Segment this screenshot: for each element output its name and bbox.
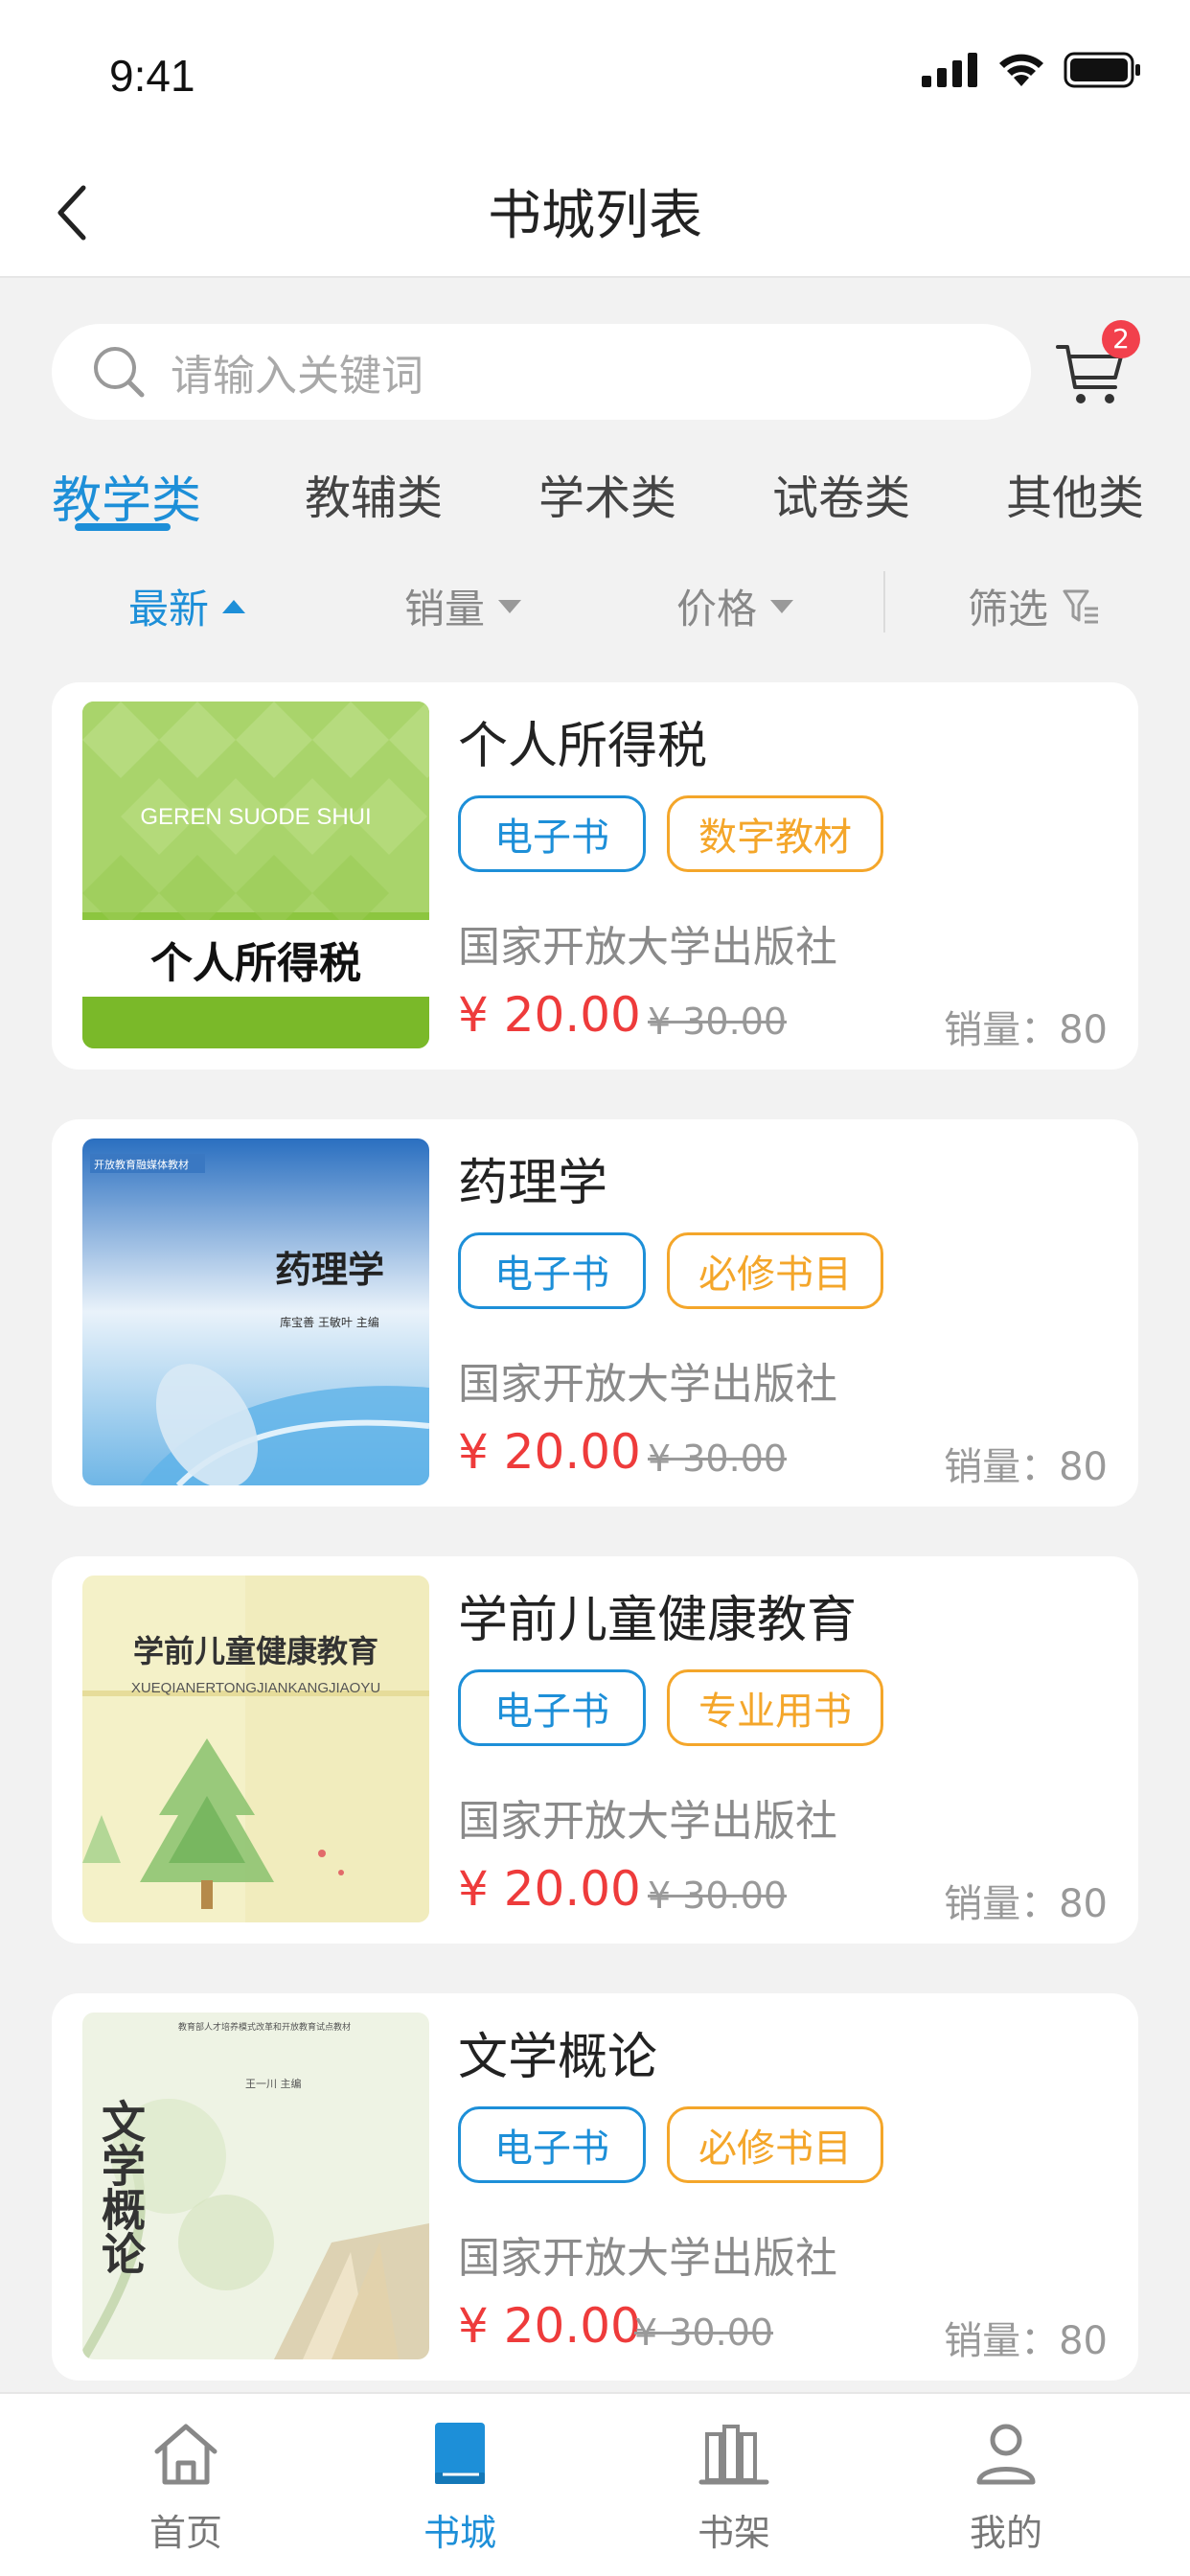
sales-count: 销量：80	[944, 2319, 1108, 2363]
filter-button[interactable]: 筛选	[968, 577, 1100, 635]
book-icon	[435, 2423, 485, 2484]
price: ¥ 20.00	[458, 987, 641, 1043]
book-title: 学前儿童健康教育	[458, 1592, 858, 1649]
original-price: ¥ 30.00	[648, 1874, 788, 1917]
book-title: 个人所得税	[458, 718, 708, 775]
book-card[interactable]: 学前儿童健康教育 XUEQIANERTONGJIANKANGJIAOYU 学前儿…	[52, 1556, 1138, 1944]
book-cover: GEREN SUODE SHUI 个人所得税	[82, 702, 429, 1048]
bookshelf-icon	[698, 2425, 769, 2485]
sort-price[interactable]: 价格	[676, 577, 794, 635]
tab-profile[interactable]: 我的	[910, 2415, 1102, 2556]
tab-other[interactable]: 其他类	[1006, 460, 1144, 527]
sales-count: 销量：80	[944, 1008, 1108, 1052]
tab-profile-label: 我的	[969, 2512, 1042, 2554]
search-row: 请输入关键词 2	[0, 278, 1190, 450]
signal-icon	[922, 53, 977, 87]
sort-desc-icon	[770, 599, 794, 613]
tab-exam[interactable]: 试卷类	[772, 460, 910, 527]
sort-asc-icon	[222, 599, 246, 613]
sort-bar: 最新 销量 价格 筛选	[0, 556, 1190, 652]
sort-sales-label: 销量	[404, 586, 486, 632]
sort-desc-icon	[498, 599, 522, 613]
cover-title: 学前儿童健康教育	[133, 1633, 378, 1669]
tag-category: 专业用书	[667, 1669, 883, 1746]
publisher: 国家开放大学出版社	[458, 2234, 837, 2283]
active-tab-indicator	[75, 523, 171, 531]
tag-ebook: 电子书	[458, 2106, 646, 2183]
cover-subtitle: XUEQIANERTONGJIANKANGJIAOYU	[131, 1680, 380, 1696]
publisher: 国家开放大学出版社	[458, 1797, 837, 1846]
search-placeholder: 请输入关键词	[171, 352, 423, 401]
category-tabs: 教学类 教辅类 学术类 试卷类 其他类	[0, 450, 1190, 546]
tag-ebook: 电子书	[458, 1669, 646, 1746]
sort-latest-label: 最新	[128, 586, 210, 632]
tag-category: 必修书目	[667, 2106, 883, 2183]
search-icon	[94, 347, 145, 398]
tab-bookstore-label: 书城	[423, 2512, 496, 2554]
tab-bookshelf-label: 书架	[697, 2512, 770, 2554]
status-bar: 9:41	[0, 0, 1190, 144]
tab-supplementary[interactable]: 教辅类	[305, 460, 443, 527]
book-cover: 学前儿童健康教育 XUEQIANERTONGJIANKANGJIAOYU	[82, 1576, 429, 1922]
price: ¥ 20.00	[458, 2298, 641, 2354]
tag-ebook: 电子书	[458, 795, 646, 872]
status-time: 9:41	[109, 51, 195, 101]
book-card[interactable]: GEREN SUODE SHUI 个人所得税 个人所得税 电子书 数字教材 国家…	[52, 682, 1138, 1070]
price: ¥ 20.00	[458, 1424, 641, 1480]
sort-divider	[883, 571, 885, 632]
tab-home-label: 首页	[149, 2512, 222, 2554]
book-card[interactable]: 开放教育融媒体教材 药理学 库宝善 王敏叶 主编 药理学 电子书 必修书目 国家…	[52, 1119, 1138, 1506]
cover-title: 药理学	[275, 1248, 384, 1291]
book-title: 药理学	[458, 1155, 608, 1212]
status-icons	[920, 52, 1142, 88]
profile-icon	[976, 2424, 1036, 2485]
publisher: 国家开放大学出版社	[458, 1360, 837, 1409]
sort-sales[interactable]: 销量	[404, 577, 522, 635]
battery-icon	[1064, 52, 1140, 88]
filter-icon	[1063, 589, 1099, 623]
cover-title: 个人所得税	[150, 939, 361, 988]
sales-count: 销量：80	[944, 1445, 1108, 1489]
tab-home[interactable]: 首页	[90, 2415, 282, 2556]
tab-academic[interactable]: 学术类	[538, 460, 676, 527]
tag-ebook: 电子书	[458, 1232, 646, 1309]
sort-latest[interactable]: 最新	[128, 577, 246, 635]
tag-category: 必修书目	[667, 1232, 883, 1309]
cover-subtitle: GEREN SUODE SHUI	[140, 804, 371, 830]
search-input[interactable]: 请输入关键词	[52, 324, 1031, 420]
wifi-icon	[999, 54, 1043, 86]
book-cover: 开放教育融媒体教材 药理学 库宝善 王敏叶 主编	[82, 1138, 429, 1485]
original-price: ¥ 30.00	[634, 2312, 774, 2354]
cover-series: 教育部人才培养模式改革和开放教育试点教材	[178, 2021, 351, 2033]
tag-category: 数字教材	[667, 795, 883, 872]
bottom-tab-bar: 首页 书城 书架 我的	[0, 2392, 1190, 2576]
tab-bookstore[interactable]: 书城	[364, 2415, 556, 2556]
book-card[interactable]: 教育部人才培养模式改革和开放教育试点教材 王一川 主编 文学概论 文学概论 电子…	[52, 1993, 1138, 2380]
cart-button[interactable]: 2	[1054, 320, 1140, 412]
cover-title: 文学概论	[95, 2099, 147, 2275]
original-price: ¥ 30.00	[648, 1438, 788, 1480]
sort-price-label: 价格	[676, 586, 758, 632]
cart-badge: 2	[1102, 320, 1140, 358]
cover-series: 开放教育融媒体教材	[94, 1158, 189, 1171]
tab-bookshelf[interactable]: 书架	[638, 2415, 830, 2556]
cover-authors: 王一川 主编	[245, 2077, 302, 2090]
book-title: 文学概论	[458, 2029, 658, 2086]
cover-authors: 库宝善 王敏叶 主编	[280, 1315, 379, 1329]
publisher: 国家开放大学出版社	[458, 923, 837, 972]
filter-label: 筛选	[968, 586, 1049, 632]
original-price: ¥ 30.00	[648, 1000, 788, 1043]
home-icon	[154, 2424, 217, 2485]
price: ¥ 20.00	[458, 1861, 641, 1917]
nav-bar: 书城列表	[0, 144, 1190, 278]
tab-teaching[interactable]: 教学类	[52, 460, 201, 532]
book-cover: 教育部人才培养模式改革和开放教育试点教材 王一川 主编 文学概论	[82, 2012, 429, 2359]
page-title: 书城列表	[488, 185, 702, 247]
sales-count: 销量：80	[944, 1882, 1108, 1926]
